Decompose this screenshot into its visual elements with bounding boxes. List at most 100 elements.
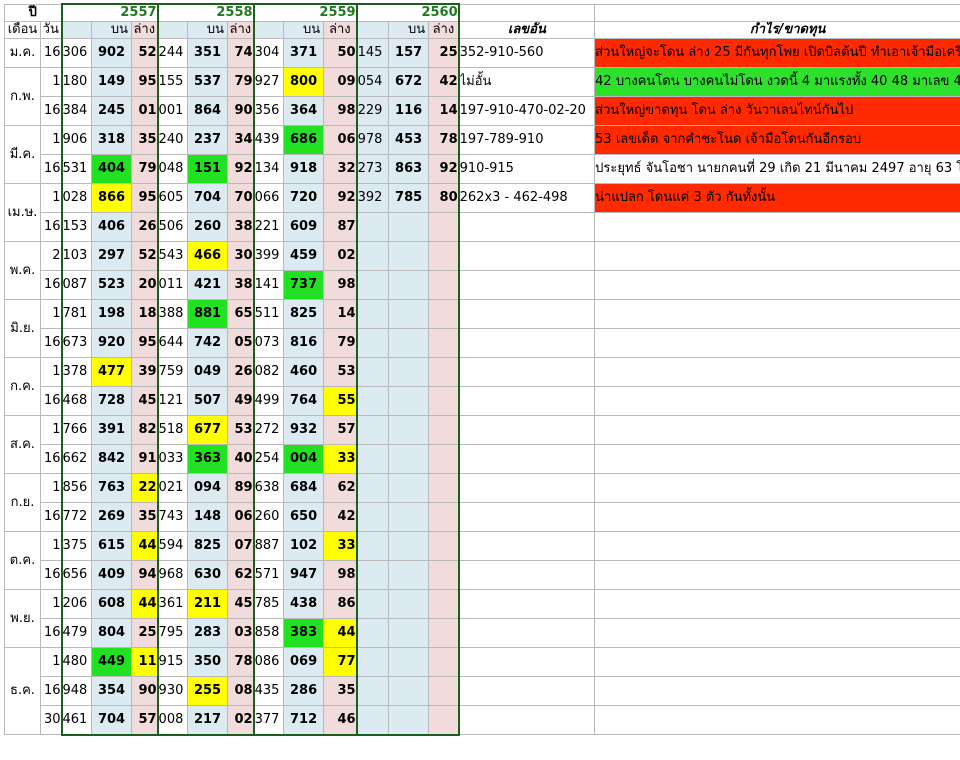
top-number-cell[interactable]: 049: [187, 357, 229, 387]
profit-loss-note-cell[interactable]: ส่วนใหญ่จะโดน ล่าง 25 มีกันทุกโพย เปิดบิ…: [594, 38, 960, 68]
bottom-number-cell[interactable]: [428, 241, 460, 271]
day-cell[interactable]: 1: [39, 473, 63, 503]
prefix-digits-cell[interactable]: 103: [60, 241, 93, 271]
top-number-cell[interactable]: [388, 328, 430, 358]
bottom-number-cell[interactable]: 05: [227, 328, 255, 358]
top-number-cell[interactable]: 449: [91, 647, 133, 677]
bottom-number-cell[interactable]: 90: [131, 676, 159, 706]
profit-loss-note-cell[interactable]: 53 เลขเด็ด จากคำชะโนด เจ้ามือโดนกันอีกรอ…: [594, 125, 960, 155]
top-number-cell[interactable]: 764: [283, 386, 325, 416]
top-number-cell[interactable]: 371: [283, 38, 325, 68]
prefix-digits-cell[interactable]: 392: [355, 183, 390, 213]
top-number-cell[interactable]: 459: [283, 241, 325, 271]
prefix-digits-cell[interactable]: 978: [355, 125, 390, 155]
prefix-digits-cell[interactable]: 121: [156, 386, 189, 416]
top-number-cell[interactable]: 825: [283, 299, 325, 329]
day-cell[interactable]: 16: [39, 212, 63, 242]
top-number-cell[interactable]: 351: [187, 38, 229, 68]
profit-loss-note-cell[interactable]: ส่วนใหญ่ขาดทุน โดน ล่าง วันวาเลนไทน์กันไ…: [594, 96, 960, 126]
prefix-header[interactable]: [156, 21, 189, 39]
top-number-cell[interactable]: 947: [283, 560, 325, 590]
prefix-digits-cell[interactable]: 772: [60, 502, 93, 532]
prefix-digits-cell[interactable]: 948: [60, 676, 93, 706]
top-number-cell[interactable]: [388, 705, 430, 736]
top-number-cell[interactable]: [388, 531, 430, 561]
prefix-digits-cell[interactable]: 244: [156, 38, 189, 68]
profit-loss-note-cell[interactable]: [594, 618, 960, 648]
top-number-cell[interactable]: 825: [187, 531, 229, 561]
top-number-cell[interactable]: 863: [388, 154, 430, 184]
prefix-digits-cell[interactable]: 638: [252, 473, 285, 503]
bottom-number-cell[interactable]: 98: [323, 270, 358, 300]
bottom-number-cell[interactable]: [428, 415, 460, 445]
profit-loss-note-cell[interactable]: 42 บางคนโดน บางคนไม่โดน งวดนี้ 4 มาแรงทั…: [594, 67, 960, 97]
bottom-number-cell[interactable]: [428, 647, 460, 677]
bottom-number-cell[interactable]: 90: [227, 96, 255, 126]
day-cell[interactable]: 16: [39, 676, 63, 706]
bottom-number-cell[interactable]: 34: [227, 125, 255, 155]
prefix-digits-cell[interactable]: 915: [156, 647, 189, 677]
bottom-number-cell[interactable]: [428, 560, 460, 590]
bottom-number-cell[interactable]: 98: [323, 560, 358, 590]
hit-numbers-cell[interactable]: 262x3 - 462-498: [458, 183, 596, 213]
bottom-number-cell[interactable]: 86: [323, 589, 358, 619]
bottom-number-cell[interactable]: 38: [227, 270, 255, 300]
profit-loss-note-cell[interactable]: [594, 212, 960, 242]
bottom-number-cell[interactable]: 78: [227, 647, 255, 677]
profit-loss-note-cell[interactable]: [594, 270, 960, 300]
prefix-digits-cell[interactable]: [355, 676, 390, 706]
prefix-digits-cell[interactable]: 930: [156, 676, 189, 706]
prefix-digits-cell[interactable]: 054: [355, 67, 390, 97]
day-cell[interactable]: 1: [39, 125, 63, 155]
top-number-cell[interactable]: 391: [91, 415, 133, 445]
bottom-number-cell[interactable]: 65: [227, 299, 255, 329]
top-number-cell[interactable]: 198: [91, 299, 133, 329]
prefix-digits-cell[interactable]: [355, 328, 390, 358]
top-number-cell[interactable]: 211: [187, 589, 229, 619]
profit-loss-note-cell[interactable]: น่าแปลก โดนแค่ 3 ตัว กันทั้งนั้น: [594, 183, 960, 213]
top-number-cell[interactable]: 283: [187, 618, 229, 648]
prefix-digits-cell[interactable]: 141: [252, 270, 285, 300]
prefix-digits-cell[interactable]: 479: [60, 618, 93, 648]
day-cell[interactable]: 16: [39, 328, 63, 358]
day-cell[interactable]: 1: [39, 299, 63, 329]
bottom-number-cell[interactable]: 39: [131, 357, 159, 387]
prefix-digits-cell[interactable]: 468: [60, 386, 93, 416]
prefix-digits-cell[interactable]: 743: [156, 502, 189, 532]
bottom-number-cell[interactable]: 03: [227, 618, 255, 648]
bottom-number-cell[interactable]: 35: [131, 502, 159, 532]
bottom-number-cell[interactable]: 92: [428, 154, 460, 184]
hit-numbers-cell[interactable]: [458, 386, 596, 416]
profit-loss-note-cell[interactable]: [594, 444, 960, 474]
day-cell[interactable]: 16: [39, 560, 63, 590]
bottom-number-cell[interactable]: 01: [131, 96, 159, 126]
top-number-cell[interactable]: 460: [283, 357, 325, 387]
top-number-cell[interactable]: 069: [283, 647, 325, 677]
prefix-digits-cell[interactable]: 511: [252, 299, 285, 329]
bottom-header-2560[interactable]: ล่าง: [428, 21, 460, 39]
top-number-cell[interactable]: 157: [388, 38, 430, 68]
bottom-number-cell[interactable]: 87: [323, 212, 358, 242]
month-cell[interactable]: มี.ค.: [4, 125, 41, 184]
bottom-number-cell[interactable]: 78: [428, 125, 460, 155]
top-number-cell[interactable]: 737: [283, 270, 325, 300]
top-number-cell[interactable]: [388, 444, 430, 474]
hit-numbers-cell[interactable]: [458, 212, 596, 242]
profit-loss-note-cell[interactable]: [594, 328, 960, 358]
hit-numbers-cell[interactable]: 197-789-910: [458, 125, 596, 155]
prefix-digits-cell[interactable]: [355, 473, 390, 503]
prefix-digits-cell[interactable]: 021: [156, 473, 189, 503]
profit-loss-note-cell[interactable]: [594, 589, 960, 619]
bottom-number-cell[interactable]: 95: [131, 183, 159, 213]
top-number-cell[interactable]: 004: [283, 444, 325, 474]
top-number-cell[interactable]: 684: [283, 473, 325, 503]
prefix-digits-cell[interactable]: 968: [156, 560, 189, 590]
bottom-number-cell[interactable]: 79: [131, 154, 159, 184]
prefix-digits-cell[interactable]: 033: [156, 444, 189, 474]
day-cell[interactable]: 16: [39, 38, 63, 68]
bottom-number-cell[interactable]: 62: [227, 560, 255, 590]
profit-loss-note-cell[interactable]: [594, 473, 960, 503]
top-number-cell[interactable]: 686: [283, 125, 325, 155]
top-number-cell[interactable]: 507: [187, 386, 229, 416]
profit-loss-note-cell[interactable]: [594, 357, 960, 387]
